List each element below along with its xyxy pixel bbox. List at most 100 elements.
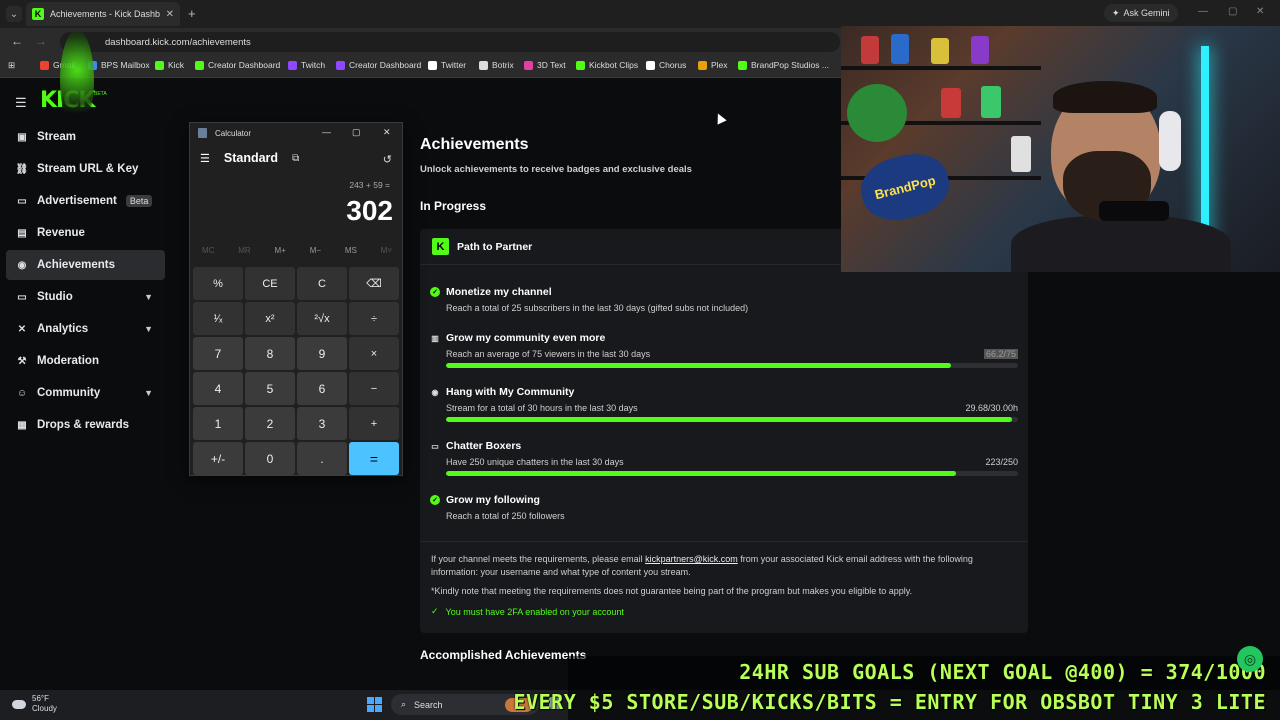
digit-3-key[interactable]: 3 [297,407,347,440]
bookmark-6[interactable]: Twitter [428,60,466,70]
tab-list-chevron-icon[interactable]: ⌄ [6,6,22,22]
digit-2-key[interactable]: 2 [245,407,295,440]
mouse-cursor-icon [713,111,727,125]
calc-maximize-icon[interactable]: ▢ [352,127,361,138]
ask-gemini-button[interactable]: ✦ Ask Gemini [1104,4,1178,22]
calculator-titlebar[interactable]: Calculator — ▢ ✕ [190,123,402,143]
twitch-icon [336,60,345,70]
kick-icon [155,60,164,70]
history-icon[interactable]: ↺ [383,153,392,166]
sidebar-item-community[interactable]: ☺ Community ▼ [6,378,165,408]
weather-widget[interactable]: 56°F Cloudy [12,694,57,714]
clear-entry-key[interactable]: CE [245,267,295,300]
sqrt-key[interactable]: ²√x [297,302,347,335]
giveaway-text: EVERY $5 STORE/SUB/KICKS/BITS = ENTRY FO… [513,690,1266,714]
sub-goals-text: 24HR SUB GOALS (NEXT GOAL @400) = 374/10… [739,660,1266,684]
bookmark-3[interactable]: Creator Dashboard [195,60,280,70]
digit-5-key[interactable]: 5 [245,372,295,405]
calc-close-icon[interactable]: ✕ [383,127,391,138]
reciprocal-key[interactable]: ¹⁄ₓ [193,302,243,335]
sidebar-item-advertisement[interactable]: ▭ Advertisement Beta [6,186,165,216]
divide-key[interactable]: ÷ [349,302,399,335]
streamer-shirt [1011,216,1231,272]
mem-mplus-button[interactable]: M+ [275,246,286,255]
digit-7-key[interactable]: 7 [193,337,243,370]
digit-1-key[interactable]: 1 [193,407,243,440]
calc-minimize-icon[interactable]: — [322,127,331,137]
multiply-key[interactable]: × [349,337,399,370]
sidebar-item-drops-rewards[interactable]: ▦ Drops & rewards [6,410,165,440]
mem-mc-button[interactable]: MC [202,246,214,255]
chevron-down-icon[interactable]: ▼ [144,388,153,398]
calculator-app-icon [198,128,207,138]
bookmark-4[interactable]: Twitch [288,60,325,70]
webcam-overlay: BrandPop [841,26,1280,272]
twofa-text: You must have 2FA enabled on your accoun… [445,606,624,617]
sidebar-item-label: Analytics [37,323,89,335]
mem-mr-button[interactable]: MR [238,246,250,255]
bookmark-7[interactable]: Botrix [479,60,514,70]
achievement-item: ▭ Chatter Boxers Have 250 unique chatters… [430,440,1018,476]
check-circle-icon: ✓ [430,287,440,297]
bookmark-1[interactable]: BPS Mailbox [88,60,150,70]
percent-key[interactable]: % [193,267,243,300]
digit-0-key[interactable]: 0 [245,442,295,475]
3d-text-icon [524,60,533,70]
square-key[interactable]: x² [245,302,295,335]
card-title: Path to Partner [457,240,533,253]
mem-list-button[interactable]: M˅ [381,246,392,255]
sidebar-item-revenue[interactable]: ▤ Revenue [6,218,165,248]
digit-9-key[interactable]: 9 [297,337,347,370]
browser-tab[interactable]: K Achievements - Kick Dashboard ✕ [26,2,180,26]
sidebar-item-label: Revenue [37,227,85,239]
bookmark-10[interactable]: Chorus [646,60,686,70]
sidebar-item-stream-url-key[interactable]: ⛓ Stream URL & Key [6,154,165,184]
maximize-icon[interactable]: ▢ [1228,6,1237,17]
chevron-down-icon[interactable]: ▼ [144,292,153,302]
partner-email-link[interactable]: kickpartners@kick.com [645,554,738,564]
sidebar-item-analytics[interactable]: ✕ Analytics ▼ [6,314,165,344]
sidebar-item-moderation[interactable]: ⚒ Moderation [6,346,165,376]
sidebar-item-studio[interactable]: ▭ Studio ▼ [6,282,165,312]
tab-close-icon[interactable]: ✕ [166,9,174,20]
hamburger-menu-icon[interactable]: ☰ [15,95,27,111]
windows-start-icon[interactable] [367,697,382,712]
back-arrow-icon[interactable]: ← [11,34,23,48]
window-close-icon[interactable]: ✕ [1256,6,1264,17]
bookmark-9[interactable]: Kickbot Clips [576,60,638,70]
progress-bar [446,363,1018,368]
minus-key[interactable]: − [349,372,399,405]
funko-figure [1011,136,1031,172]
digit-6-key[interactable]: 6 [297,372,347,405]
new-tab-button[interactable]: + [188,6,196,21]
keep-on-top-icon[interactable]: ⧉ [292,153,299,164]
chevron-down-icon[interactable]: ▼ [144,324,153,334]
decimal-key[interactable]: . [297,442,347,475]
url-field[interactable]: dashboard.kick.com/achievements [60,32,840,52]
bookmark-2[interactable]: Kick [155,60,184,70]
clear-key[interactable]: C [297,267,347,300]
forward-arrow-icon[interactable]: → [35,34,47,48]
bookmark-8[interactable]: 3D Text [524,60,566,70]
equals-key[interactable]: = [349,442,399,475]
digit-4-key[interactable]: 4 [193,372,243,405]
gift-icon: ▦ [17,419,27,431]
apps-grid-icon[interactable]: ⊞ [8,60,15,71]
minimize-icon[interactable]: — [1198,6,1208,17]
bookmark-5[interactable]: Creator Dashboard [336,60,421,70]
nav-menu-icon[interactable]: ☰ [200,152,210,165]
logo-beta-tag: BETA [94,91,107,97]
sidebar-item-achievements[interactable]: ◉ Achievements [6,250,165,280]
progress-fill [446,363,952,368]
sidebar-item-stream[interactable]: ▣ Stream [6,122,165,152]
digit-8-key[interactable]: 8 [245,337,295,370]
bookmark-12[interactable]: BrandPop Studios ... [738,60,829,70]
negate-key[interactable]: +/- [193,442,243,475]
mem-mminus-button[interactable]: M− [310,246,321,255]
bookmark-11[interactable]: Plex [698,60,728,70]
botrix-icon [479,60,488,70]
mem-ms-button[interactable]: MS [345,246,357,255]
plus-key[interactable]: + [349,407,399,440]
users-icon: ☺ [16,387,28,399]
backspace-key[interactable]: ⌫ [349,267,399,300]
